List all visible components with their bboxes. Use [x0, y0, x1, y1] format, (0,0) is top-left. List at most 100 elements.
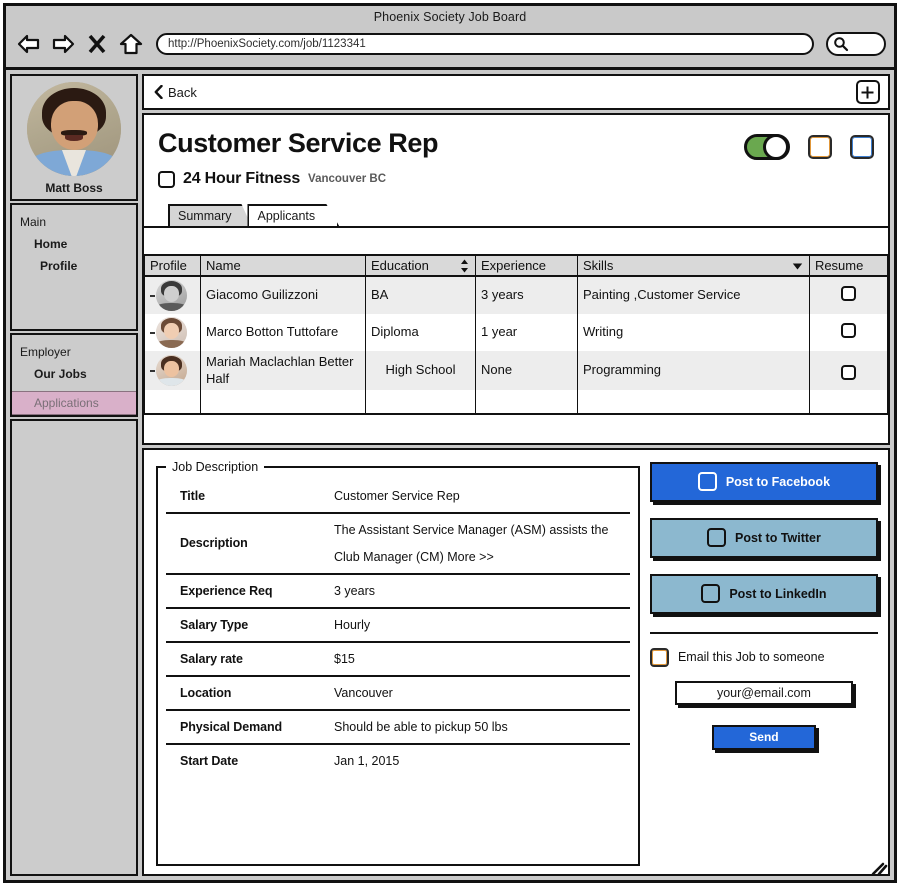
desc-row-location: Location Vancouver [166, 675, 630, 711]
column-header-education[interactable]: Education [365, 254, 476, 277]
sidebar-profile-block: Matt Boss [10, 74, 138, 201]
forward-arrow-icon[interactable] [50, 32, 76, 56]
home-icon[interactable] [118, 32, 144, 56]
send-button[interactable]: Send [711, 724, 816, 750]
sidebar: Matt Boss Main Home Profile Employer Our… [10, 74, 138, 876]
chevron-left-icon [154, 85, 163, 99]
header-checkbox-2[interactable] [849, 135, 874, 159]
cell-name: Mariah Maclachlan Better Half [200, 351, 366, 391]
job-header: Customer Service Rep 24 Hour Fitness Van… [144, 115, 888, 226]
twitter-checkbox[interactable] [706, 528, 726, 548]
post-to-facebook-button[interactable]: Post to Facebook [649, 461, 878, 502]
page-title: Customer Service Rep [158, 128, 439, 158]
cell-experience: None [475, 351, 578, 391]
add-button[interactable] [855, 80, 880, 104]
desc-label-salary-type: Salary Type [166, 607, 324, 643]
dropdown-caret-icon[interactable] [792, 259, 803, 276]
applicants-table: Profile Name Education Experience Skills… [144, 254, 888, 413]
url-input[interactable]: http://PhoenixSociety.com/job/1123341 [156, 33, 814, 55]
desc-value-description-line2[interactable]: Club Manager (CM) More >> [334, 550, 626, 564]
cell-profile [144, 276, 201, 314]
linkedin-checkbox[interactable] [701, 584, 721, 604]
stop-x-icon[interactable] [84, 32, 110, 56]
cell-profile [144, 351, 201, 391]
browser-nav-row: http://PhoenixSociety.com/job/1123341 [6, 24, 894, 62]
sort-updown-icon[interactable] [460, 259, 469, 276]
resize-grip[interactable] [868, 862, 888, 876]
table-row-empty [144, 390, 888, 413]
resume-checkbox[interactable] [840, 285, 856, 301]
sidebar-item-profile[interactable]: Profile [12, 255, 136, 277]
job-header-controls [743, 129, 874, 160]
share-panel: Post to Facebook Post to Twitter Post to… [649, 460, 878, 866]
job-header-row: Customer Service Rep [158, 129, 874, 160]
sidebar-item-applications[interactable]: Applications [12, 391, 136, 415]
desc-value-location: Vancouver [324, 675, 630, 711]
desc-value-title: Customer Service Rep [324, 479, 630, 514]
cell-empty [577, 390, 810, 413]
sidebar-group-employer: Employer Our Jobs Applications [10, 333, 138, 417]
applicant-avatar[interactable] [156, 355, 187, 387]
desc-row-salary-type: Salary Type Hourly [166, 607, 630, 643]
desc-label-location: Location [166, 675, 324, 711]
tab-summary[interactable]: Summary [168, 204, 252, 226]
resume-checkbox[interactable] [840, 364, 856, 380]
desc-label-title: Title [166, 479, 324, 514]
column-header-skills[interactable]: Skills [577, 254, 810, 277]
cell-name: Marco Botton Tuttofare [200, 314, 366, 351]
desc-value-salary-rate: $15 [324, 641, 630, 677]
sidebar-item-our-jobs[interactable]: Our Jobs [12, 363, 136, 385]
resume-checkbox[interactable] [840, 322, 856, 338]
post-to-twitter-button[interactable]: Post to Twitter [649, 517, 878, 558]
column-header-name[interactable]: Name [200, 254, 366, 277]
job-description-table: Title Customer Service Rep Description T… [166, 479, 630, 777]
email-job-checkbox[interactable] [649, 647, 669, 667]
cell-education: Diploma [365, 314, 476, 351]
publish-toggle[interactable] [743, 134, 790, 160]
email-field[interactable]: your@email.com [674, 680, 853, 705]
back-arrow-icon[interactable] [16, 32, 42, 56]
table-row[interactable]: Mariah Maclachlan Better Half High Schoo… [144, 351, 888, 391]
cell-experience: 1 year [475, 314, 578, 351]
company-checkbox[interactable] [158, 170, 175, 188]
sidebar-group-label-main: Main [20, 215, 47, 229]
column-header-profile[interactable]: Profile [144, 254, 201, 277]
applicant-avatar[interactable] [156, 317, 187, 348]
applicants-section: Customer Service Rep 24 Hour Fitness Van… [142, 113, 890, 445]
cell-empty [144, 390, 201, 413]
toggle-knob [762, 134, 789, 160]
browser-window: Phoenix Society Job Board http://Phoenix… [3, 3, 897, 883]
desc-label-start-date: Start Date [180, 753, 239, 768]
post-to-linkedin-button[interactable]: Post to LinkedIn [649, 573, 878, 614]
desc-row-physical-demand: Physical Demand Should be able to pickup… [166, 709, 630, 745]
cell-profile [144, 314, 201, 351]
back-button[interactable]: Back [154, 85, 197, 100]
header-checkbox-1[interactable] [807, 135, 832, 159]
table-row[interactable]: Giacomo Guilizzoni BA 3 years Painting ,… [144, 276, 888, 314]
sidebar-item-home[interactable]: Home [12, 233, 136, 255]
desc-label-salary-rate: Salary rate [166, 641, 324, 677]
cell-education: High School [365, 351, 476, 391]
content-topbar: Back [142, 74, 890, 110]
column-header-experience[interactable]: Experience [475, 254, 578, 277]
applicant-avatar[interactable] [156, 280, 187, 311]
column-header-education-label: Education [371, 258, 429, 273]
window-title: Phoenix Society Job Board [373, 10, 527, 24]
search-input[interactable] [826, 32, 886, 56]
plus-icon [861, 86, 874, 98]
sidebar-group-label-employer: Employer [20, 345, 71, 359]
user-photo-avatar [27, 82, 121, 176]
desc-row-start-date: Start Date Jan 1, 2015 [166, 744, 630, 777]
email-job-label: Email this Job to someone [677, 650, 825, 665]
post-to-twitter-label: Post to Twitter [734, 530, 821, 545]
table-header-row: Profile Name Education Experience Skills… [144, 254, 888, 277]
column-header-resume[interactable]: Resume [808, 254, 888, 277]
facebook-checkbox[interactable] [697, 472, 717, 492]
desc-row-salary-rate: Salary rate $15 [166, 641, 630, 677]
cell-resume [808, 314, 888, 351]
tab-applicants[interactable]: Applicants [247, 204, 340, 226]
cell-skills: Painting ,Customer Service [577, 276, 810, 314]
cell-name: Giacomo Guilizzoni [200, 276, 366, 314]
cell-resume [808, 351, 888, 391]
table-row[interactable]: Marco Botton Tuttofare Diploma 1 year Wr… [144, 314, 888, 351]
